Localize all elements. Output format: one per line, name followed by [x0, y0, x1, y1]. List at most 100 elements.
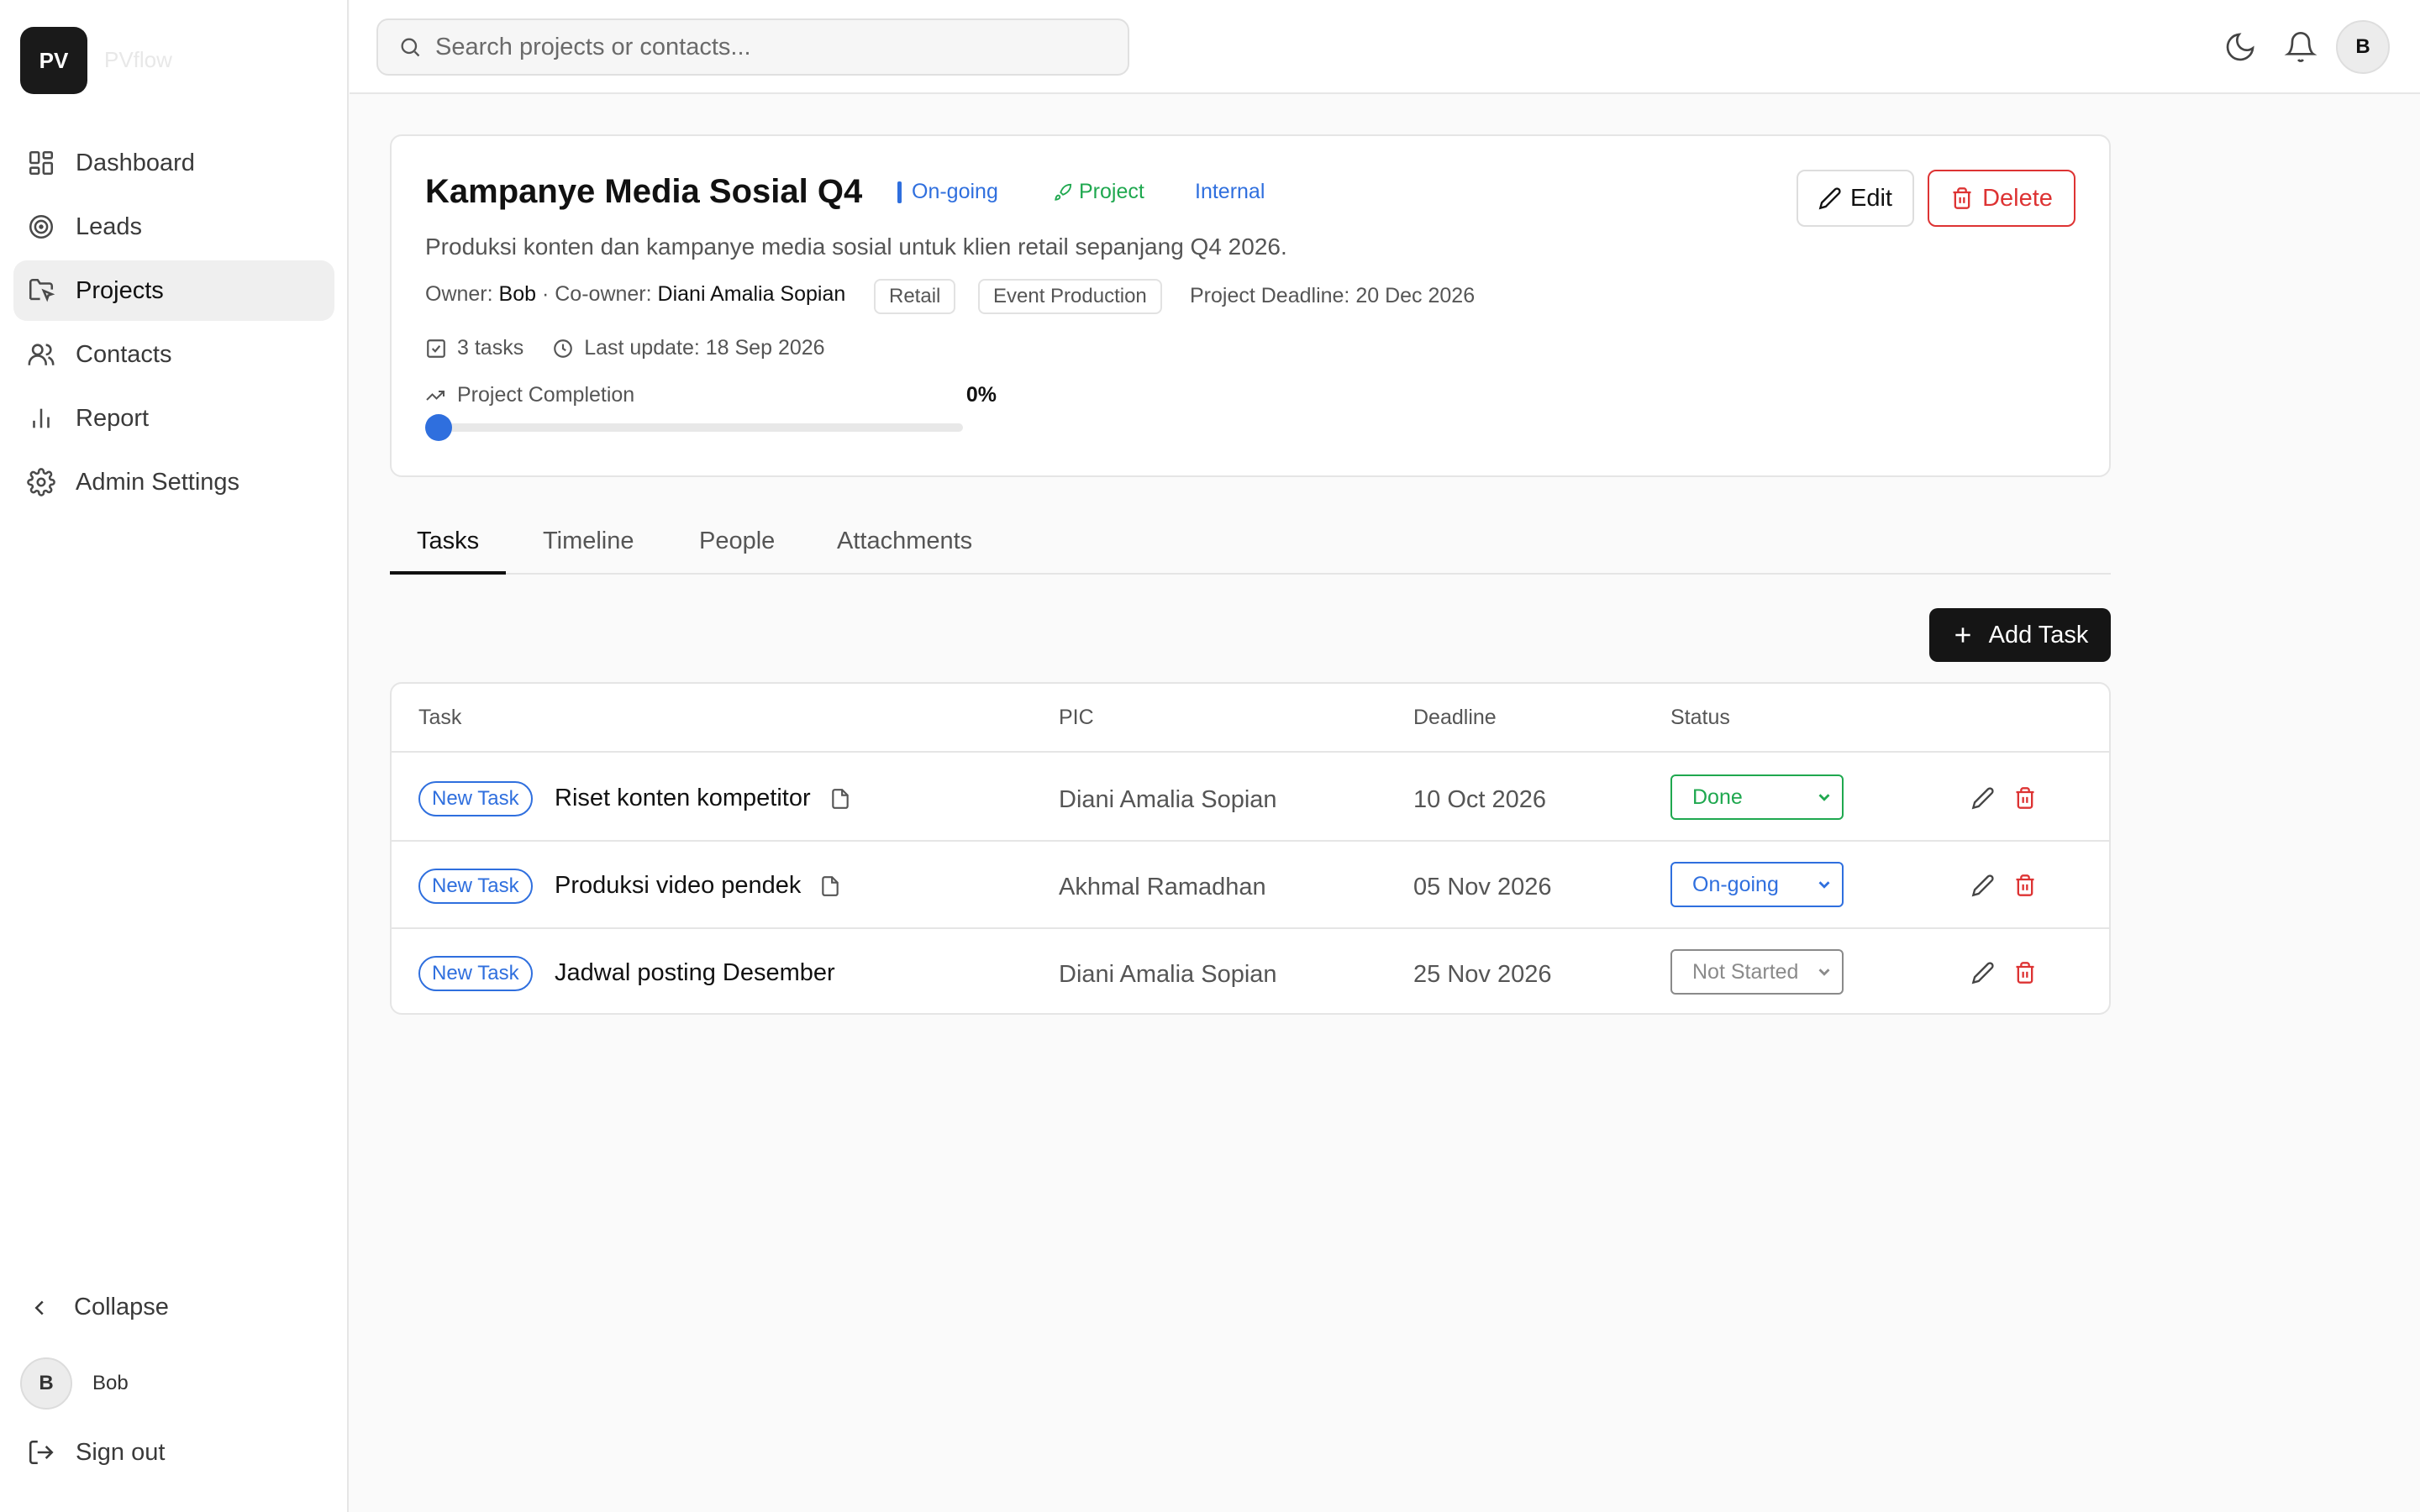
- task-pic: Akhmal Ramadhan: [1059, 874, 1266, 900]
- trash-icon[interactable]: [2013, 961, 2037, 984]
- sidebar-item-dashboard[interactable]: Dashboard: [13, 133, 334, 193]
- pencil-icon[interactable]: [1971, 961, 1995, 984]
- edit-button[interactable]: Edit: [1797, 170, 1914, 227]
- trash-icon: [1953, 187, 1971, 209]
- project-owners: Owner: Bob · Co-owner: Diani Amalia Sopi…: [425, 282, 845, 307]
- last-update: Last update: 18 Sep 2026: [584, 336, 825, 360]
- task-deadline: 25 Nov 2026: [1413, 961, 1552, 988]
- status-bar-icon: [897, 181, 902, 203]
- sidebar-item-label: Admin Settings: [76, 468, 240, 496]
- delete-button[interactable]: Delete: [1928, 170, 2075, 227]
- task-deadline: 10 Oct 2026: [1413, 786, 1546, 813]
- type-badge: Project: [1054, 180, 1144, 204]
- new-task-badge: New Task: [418, 869, 533, 904]
- logo[interactable]: PV: [20, 27, 87, 94]
- column-header-pic: PIC: [1059, 706, 1094, 729]
- topbar: B: [350, 0, 2420, 94]
- search-input[interactable]: [435, 33, 1107, 61]
- project-description: Produksi konten dan kampanye media sosia…: [425, 234, 1287, 260]
- sidebar-item-label: Projects: [76, 276, 164, 304]
- table-header: Task PIC Deadline Status: [392, 684, 2109, 753]
- logo-name: PVflow: [104, 47, 172, 72]
- chevron-left-icon: [34, 1300, 44, 1315]
- project-stats: 3 tasks Last update: 18 Sep 2026: [425, 336, 825, 360]
- search-box[interactable]: [376, 18, 1129, 76]
- task-name-label: Produksi video pendek: [555, 872, 802, 899]
- clock-icon: [554, 339, 573, 358]
- plus-icon: [1954, 627, 1970, 643]
- status-select[interactable]: Not Started: [1670, 949, 1844, 995]
- coowner-name: Diani Amalia Sopian: [657, 282, 846, 306]
- coowner-label: · Co-owner:: [541, 282, 652, 306]
- collapse-label: Collapse: [74, 1294, 169, 1320]
- file-icon: [831, 788, 849, 809]
- sidebar-item-label: Contacts: [76, 340, 172, 368]
- sidebar-item-leads[interactable]: Leads: [13, 197, 334, 257]
- checkbox-icon: [427, 339, 445, 358]
- sidebar-item-label: Dashboard: [76, 149, 195, 176]
- search-icon: [401, 38, 420, 57]
- project-title: Kampanye Media Sosial Q4: [425, 173, 863, 210]
- trash-icon[interactable]: [2013, 874, 2037, 897]
- gear-icon: [27, 468, 55, 496]
- task-name[interactable]: Jadwal posting Desember: [555, 959, 835, 987]
- sidebar-nav: Dashboard Leads Projects Contacts Report…: [13, 133, 334, 516]
- add-task-button[interactable]: Add Task: [1929, 608, 2111, 662]
- owner-name: Bob: [498, 282, 537, 306]
- table-row: New Task Produksi video pendek Akhmal Ra…: [392, 842, 2109, 929]
- moon-icon[interactable]: [2223, 30, 2257, 64]
- slider-thumb[interactable]: [425, 414, 452, 441]
- tasks-table: Task PIC Deadline Status New Task Riset …: [390, 682, 2111, 1015]
- new-task-badge: New Task: [418, 956, 533, 991]
- delete-label: Delete: [1982, 184, 2053, 212]
- task-name-label: Riset konten kompetitor: [555, 785, 811, 811]
- sidebar-item-label: Leads: [76, 213, 143, 240]
- status-badge-label: On-going: [912, 180, 998, 203]
- chevron-down-icon: [1818, 794, 1830, 801]
- sidebar-user[interactable]: B Bob: [20, 1357, 129, 1410]
- table-row: New Task Jadwal posting Desember Diani A…: [392, 929, 2109, 1013]
- scope-badge-label: Internal: [1195, 180, 1265, 203]
- pencil-icon[interactable]: [1971, 786, 1995, 810]
- sign-out-button[interactable]: Sign out: [27, 1438, 165, 1467]
- project-deadline: Project Deadline: 20 Dec 2026: [1190, 284, 1476, 307]
- tab-attachments[interactable]: Attachments: [837, 528, 972, 575]
- sidebar-item-contacts[interactable]: Contacts: [13, 324, 334, 385]
- status-select[interactable]: Done: [1670, 774, 1844, 820]
- rocket-icon: [1055, 183, 1072, 201]
- bell-icon[interactable]: [2284, 30, 2317, 64]
- table-row: New Task Riset konten kompetitor Diani A…: [392, 754, 2109, 842]
- file-icon: [822, 875, 839, 896]
- user-avatar[interactable]: B: [2336, 20, 2390, 74]
- completion-slider[interactable]: [425, 414, 963, 441]
- tab-timeline[interactable]: Timeline: [543, 528, 634, 575]
- sidebar: PV PVflow Dashboard Leads Projects Conta…: [0, 0, 349, 1512]
- task-name[interactable]: Riset konten kompetitor: [555, 785, 851, 812]
- sidebar-item-report[interactable]: Report: [13, 388, 334, 449]
- new-task-badge: New Task: [418, 781, 533, 816]
- sign-out-label: Sign out: [76, 1438, 166, 1466]
- status-value: On-going: [1692, 872, 1779, 896]
- project-tabs: Tasks Timeline People Attachments: [390, 517, 2111, 575]
- project-card: Kampanye Media Sosial Q4 On-going Projec…: [390, 134, 2111, 477]
- completion-label: Project Completion: [457, 383, 635, 407]
- pencil-icon[interactable]: [1971, 874, 1995, 897]
- tab-people[interactable]: People: [699, 528, 775, 575]
- sidebar-item-admin-settings[interactable]: Admin Settings: [13, 452, 334, 512]
- status-value: Done: [1692, 785, 1743, 809]
- target-icon: [29, 214, 54, 239]
- add-task-label: Add Task: [1988, 621, 2089, 648]
- task-pic: Diani Amalia Sopian: [1059, 786, 1277, 813]
- completion-label-row: Project Completion: [425, 383, 634, 407]
- collapse-button[interactable]: Collapse: [27, 1294, 169, 1321]
- task-name-label: Jadwal posting Desember: [555, 959, 835, 986]
- tab-tasks[interactable]: Tasks: [390, 528, 507, 575]
- tag-chip: Retail: [874, 279, 956, 314]
- status-value: Not Started: [1692, 959, 1799, 984]
- tag-chip: Event Production: [978, 279, 1162, 314]
- bar-chart-icon: [33, 408, 50, 428]
- task-name[interactable]: Produksi video pendek: [555, 872, 841, 900]
- sidebar-item-projects[interactable]: Projects: [13, 260, 334, 321]
- trash-icon[interactable]: [2013, 786, 2037, 810]
- status-select[interactable]: On-going: [1670, 862, 1844, 907]
